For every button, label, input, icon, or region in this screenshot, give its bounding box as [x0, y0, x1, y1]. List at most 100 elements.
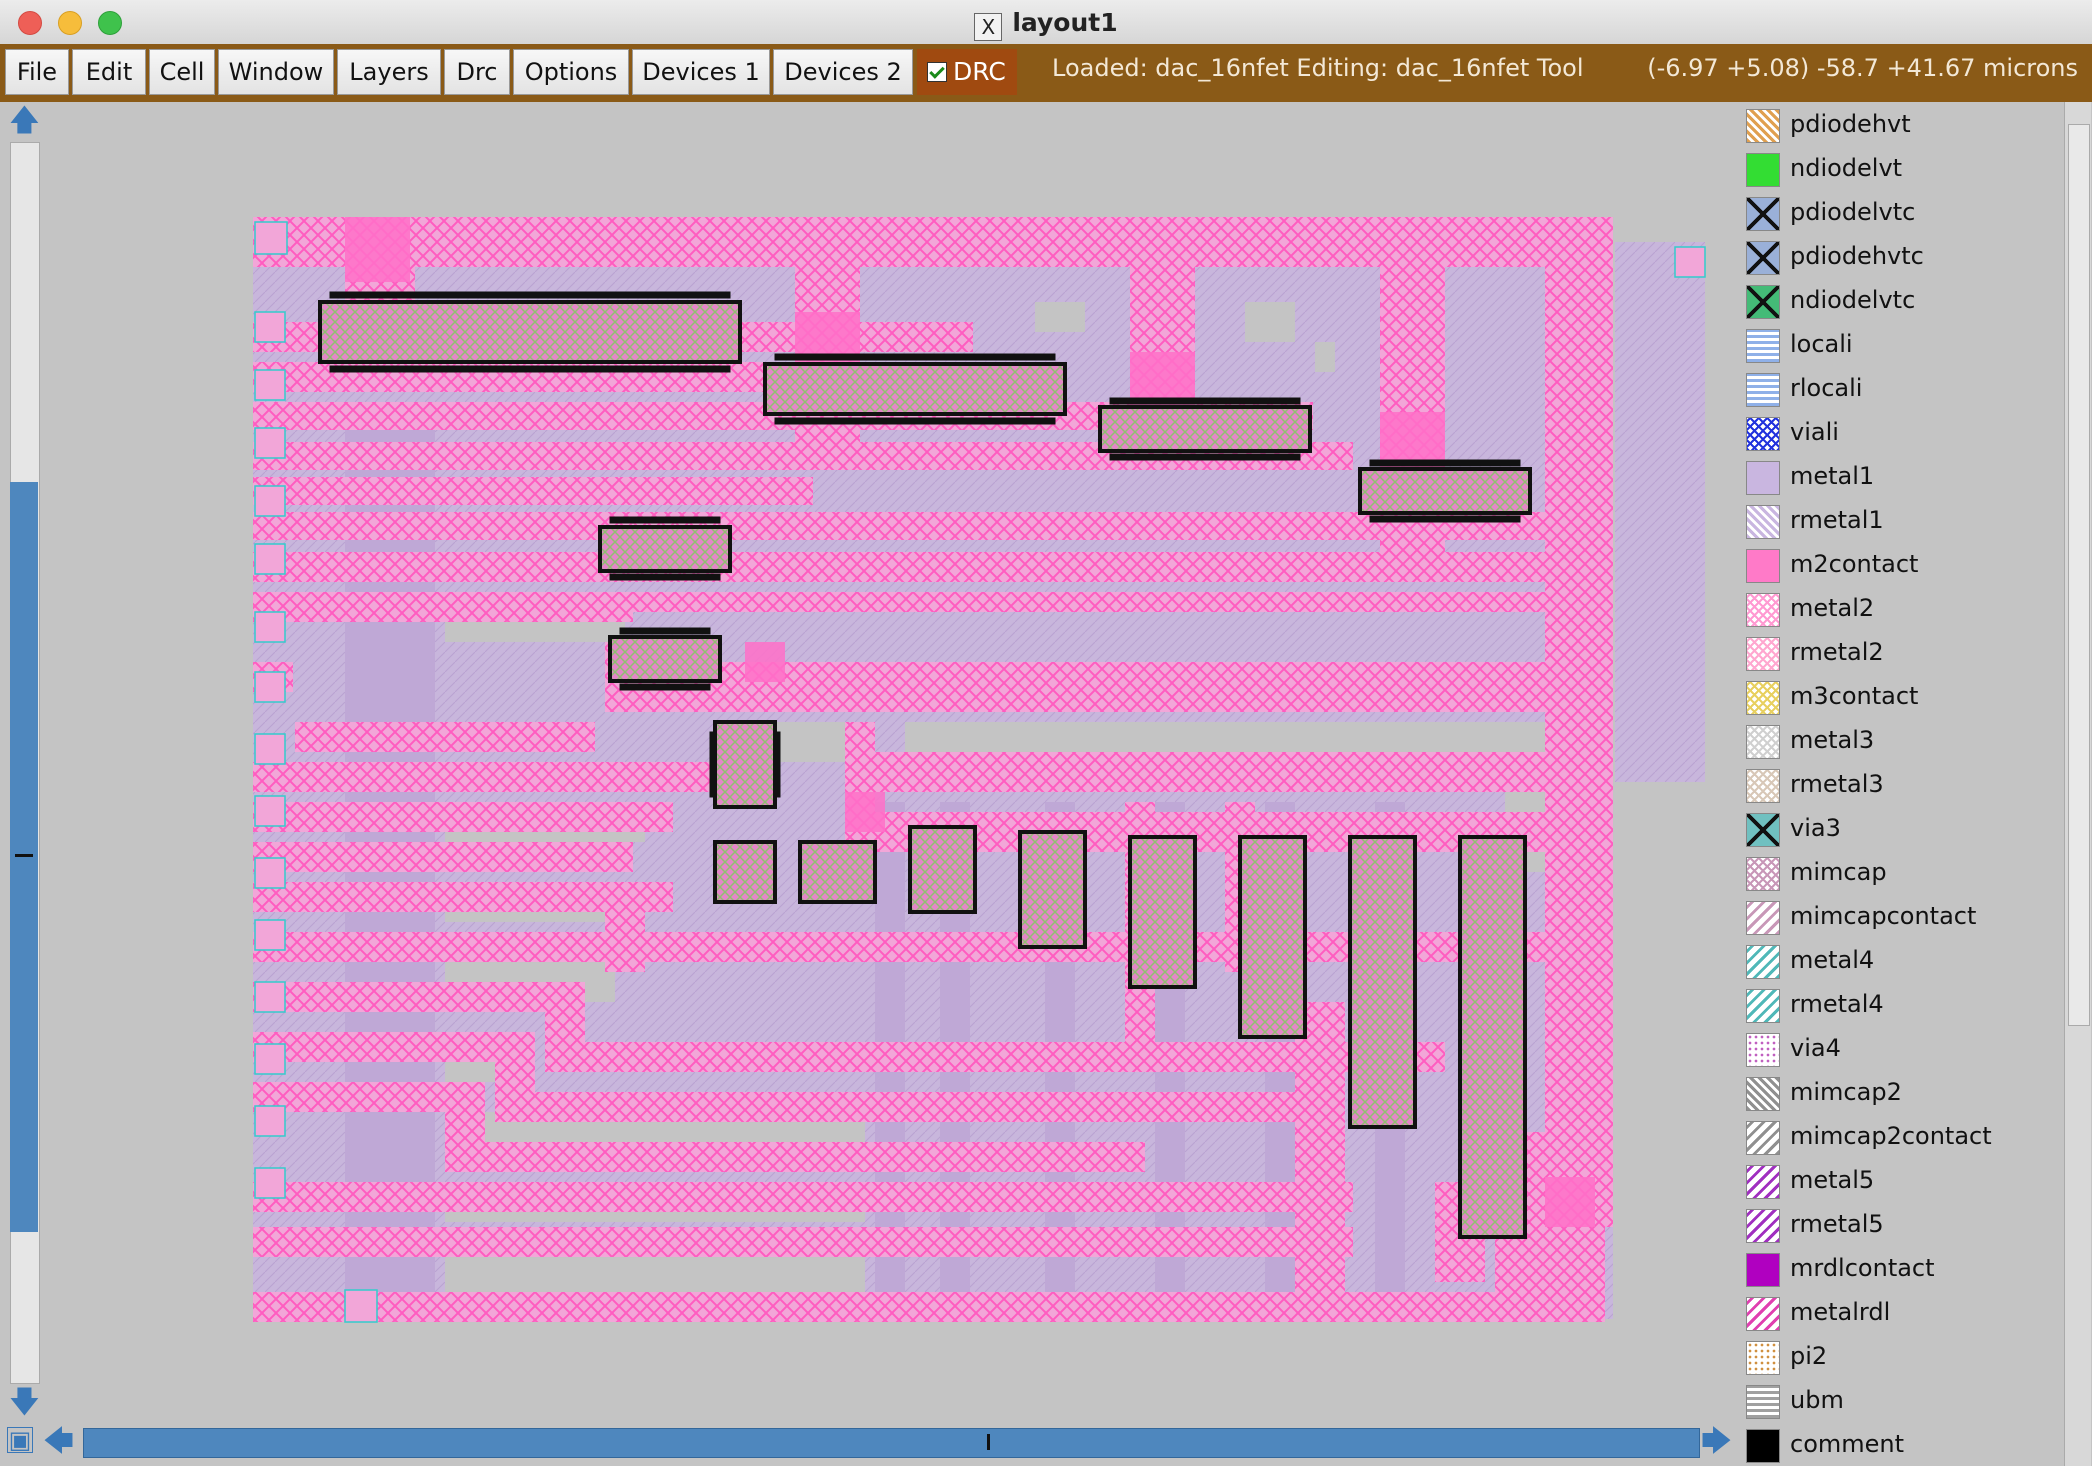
layer-swatch-icon[interactable] [1746, 549, 1780, 583]
layer-item-mimcap2[interactable]: mimcap2 [1742, 1074, 2062, 1114]
layer-item-metal2[interactable]: metal2 [1742, 590, 2062, 630]
layer-item-pdiodehvt[interactable]: pdiodehvt [1742, 106, 2062, 146]
layer-item-rmetal1[interactable]: rmetal1 [1742, 502, 2062, 542]
menu-options[interactable]: Options [513, 49, 629, 95]
layer-item-metal3[interactable]: metal3 [1742, 722, 2062, 762]
layer-swatch-icon[interactable] [1746, 681, 1780, 715]
layer-swatch-icon[interactable] [1746, 1209, 1780, 1243]
scroll-down-arrow-icon[interactable]: 🡇 [9, 1388, 40, 1418]
menu-cell[interactable]: Cell [149, 49, 215, 95]
layer-item-metal5[interactable]: metal5 [1742, 1162, 2062, 1202]
layer-swatch-icon[interactable] [1746, 1165, 1780, 1199]
layer-swatch-icon[interactable] [1746, 329, 1780, 363]
layer-item-m3contact[interactable]: m3contact [1742, 678, 2062, 718]
layer-item-mimcap[interactable]: mimcap [1742, 854, 2062, 894]
horizontal-scroll-thumb[interactable] [83, 1428, 1700, 1458]
layer-label: rmetal5 [1790, 1210, 1884, 1238]
layer-swatch-icon[interactable] [1746, 637, 1780, 671]
vertical-scroll-thumb[interactable] [10, 482, 38, 1232]
menu-devices-2[interactable]: Devices 2 [773, 49, 913, 95]
layer-item-rmetal5[interactable]: rmetal5 [1742, 1206, 2062, 1246]
layer-item-m2contact[interactable]: m2contact [1742, 546, 2062, 586]
layer-swatch-icon[interactable] [1746, 1033, 1780, 1067]
layer-label: comment [1790, 1430, 1905, 1458]
layer-item-mrdlcontact[interactable]: mrdlcontact [1742, 1250, 2062, 1290]
layer-label: pdiodehvtc [1790, 242, 1924, 270]
layer-item-locali[interactable]: locali [1742, 326, 2062, 366]
layer-label: locali [1790, 330, 1853, 358]
layer-swatch-icon[interactable] [1746, 505, 1780, 539]
layer-item-ubm[interactable]: ubm [1742, 1382, 2062, 1422]
menu-file[interactable]: File [5, 49, 69, 95]
layer-item-pi2[interactable]: pi2 [1742, 1338, 2062, 1378]
layer-item-rmetal3[interactable]: rmetal3 [1742, 766, 2062, 806]
layer-swatch-icon[interactable] [1746, 989, 1780, 1023]
layer-swatch-icon[interactable] [1746, 373, 1780, 407]
drc-toggle[interactable]: DRC [917, 49, 1017, 95]
layer-swatch-icon[interactable] [1746, 417, 1780, 451]
menu-devices-1[interactable]: Devices 1 [632, 49, 770, 95]
layer-palette: pdiodehvt ndiodelvt pdiodelvtc pdiodehvtc nd… [1738, 102, 2064, 1466]
layer-swatch-icon[interactable] [1746, 1297, 1780, 1331]
x11-icon: X [974, 13, 1003, 41]
layer-swatch-icon[interactable] [1746, 153, 1780, 187]
layer-item-via4[interactable]: via4 [1742, 1030, 2062, 1070]
layer-item-comment[interactable]: comment [1742, 1426, 2062, 1466]
window-title: Xlayout1 [0, 8, 2092, 41]
layer-label: rmetal4 [1790, 990, 1884, 1018]
palette-scrollbar[interactable] [2064, 102, 2091, 1466]
layer-swatch-icon[interactable] [1746, 1253, 1780, 1287]
layer-swatch-icon[interactable] [1746, 593, 1780, 627]
layer-item-ndiodelvtc[interactable]: ndiodelvtc [1742, 282, 2062, 322]
layer-label: metal2 [1790, 594, 1875, 622]
layer-label: pdiodelvtc [1790, 198, 1916, 226]
layer-swatch-icon[interactable] [1746, 813, 1780, 847]
layer-swatch-icon[interactable] [1746, 197, 1780, 231]
layer-label: ubm [1790, 1386, 1844, 1414]
layer-item-mimcapcontact[interactable]: mimcapcontact [1742, 898, 2062, 938]
scroll-up-arrow-icon[interactable]: 🡅 [9, 106, 40, 136]
layer-swatch-icon[interactable] [1746, 241, 1780, 275]
scroll-right-arrow-icon[interactable]: 🡆 [1701, 1427, 1732, 1457]
layer-swatch-icon[interactable] [1746, 1341, 1780, 1375]
menu-layers[interactable]: Layers [337, 49, 441, 95]
layer-swatch-icon[interactable] [1746, 1385, 1780, 1419]
layer-swatch-icon[interactable] [1746, 285, 1780, 319]
layer-label: metal3 [1790, 726, 1875, 754]
layer-item-viali[interactable]: viali [1742, 414, 2062, 454]
layer-item-metal4[interactable]: metal4 [1742, 942, 2062, 982]
scroll-left-arrow-icon[interactable]: 🡄 [43, 1427, 74, 1457]
layout-drawing [253, 217, 1706, 1323]
layer-item-rmetal4[interactable]: rmetal4 [1742, 986, 2062, 1026]
layer-swatch-icon[interactable] [1746, 901, 1780, 935]
layer-label: m3contact [1790, 682, 1919, 710]
menu-edit[interactable]: Edit [72, 49, 146, 95]
layer-swatch-icon[interactable] [1746, 1121, 1780, 1155]
layer-item-rlocali[interactable]: rlocali [1742, 370, 2062, 410]
drc-checkbox[interactable] [927, 62, 947, 82]
layer-item-rmetal2[interactable]: rmetal2 [1742, 634, 2062, 674]
horizontal-scrollbar[interactable]: ▣ 🡄 🡆 [5, 1424, 1735, 1460]
layer-swatch-icon[interactable] [1746, 945, 1780, 979]
vertical-scroll-grip [15, 854, 33, 857]
menu-window[interactable]: Window [218, 49, 334, 95]
layer-swatch-icon[interactable] [1746, 769, 1780, 803]
layer-item-metal1[interactable]: metal1 [1742, 458, 2062, 498]
layout-canvas[interactable] [45, 102, 1735, 1422]
layer-swatch-icon[interactable] [1746, 461, 1780, 495]
layer-swatch-icon[interactable] [1746, 1077, 1780, 1111]
layer-swatch-icon[interactable] [1746, 109, 1780, 143]
layer-item-pdiodelvtc[interactable]: pdiodelvtc [1742, 194, 2062, 234]
layer-item-metalrdl[interactable]: metalrdl [1742, 1294, 2062, 1334]
vertical-scrollbar[interactable]: 🡅 🡇 [5, 102, 43, 1422]
layer-swatch-icon[interactable] [1746, 857, 1780, 891]
layer-item-via3[interactable]: via3 [1742, 810, 2062, 850]
zoom-fit-icon[interactable]: ▣ [7, 1427, 33, 1453]
layer-item-pdiodehvtc[interactable]: pdiodehvtc [1742, 238, 2062, 278]
menu-drc[interactable]: Drc [444, 49, 510, 95]
palette-scroll-thumb[interactable] [2068, 124, 2090, 1026]
layer-swatch-icon[interactable] [1746, 725, 1780, 759]
layer-item-mimcap2contact[interactable]: mimcap2contact [1742, 1118, 2062, 1158]
layer-item-ndiodelvt[interactable]: ndiodelvt [1742, 150, 2062, 190]
layer-swatch-icon[interactable] [1746, 1429, 1780, 1463]
